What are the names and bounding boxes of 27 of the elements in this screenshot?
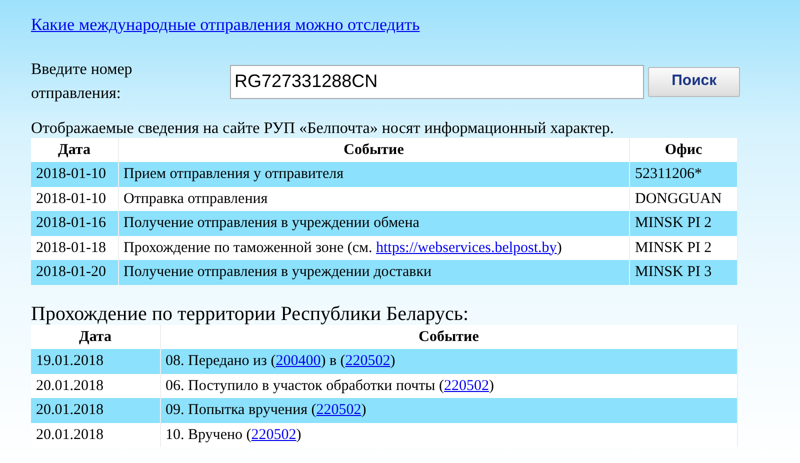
table-cell: 20.01.2018 [31,422,160,447]
postcode-link[interactable]: 220502 [345,353,390,369]
table-cell: Получение отправления в учреждении обмена [118,211,630,236]
field-label: Введите номер отправления: [31,60,134,104]
table-cell: 2018-01-16 [31,211,118,236]
table-cell: 19.01.2018 [31,349,160,374]
section-heading: Прохождение по территории Республики Беларусь: [31,302,470,324]
postcode-link[interactable]: 220502 [316,402,362,418]
table-cell: 08. Передано из (200400) в (220502) [160,349,738,374]
table-cell: 52311206* [630,162,738,186]
table-cell: 2018-01-10 [31,162,118,186]
tracking-number-field[interactable]: RG727331288CN [230,64,644,98]
notice-text: Отображаемые сведения на сайте РУП «Белпочта» носят информационный характер. [31,120,615,138]
help-link[interactable]: Какие международные отправления можно отследить [31,15,420,34]
table-cell: 20.01.2018 [31,398,160,422]
table-cell: 09. Попытка вручения (220502) [160,398,738,422]
postcode-link[interactable]: 220502 [251,426,296,442]
postcode-link[interactable]: 200400 [276,353,321,369]
postcode-link[interactable]: 220502 [444,378,490,394]
table-cell: 2018-01-20 [31,260,118,284]
search-button[interactable]: Поиск [648,66,740,96]
table-cell: MINSK PI 3 [630,260,738,284]
table-cell: 10. Вручено (220502) [160,422,738,447]
table-cell: MINSK PI 2 [630,211,738,236]
table-cell: Получение отправления в учреждении доставки [118,260,630,284]
postcode-link[interactable]: https://webservices.belpost.by [376,240,557,256]
table-cell: Прием отправления у отправителя [118,162,630,186]
